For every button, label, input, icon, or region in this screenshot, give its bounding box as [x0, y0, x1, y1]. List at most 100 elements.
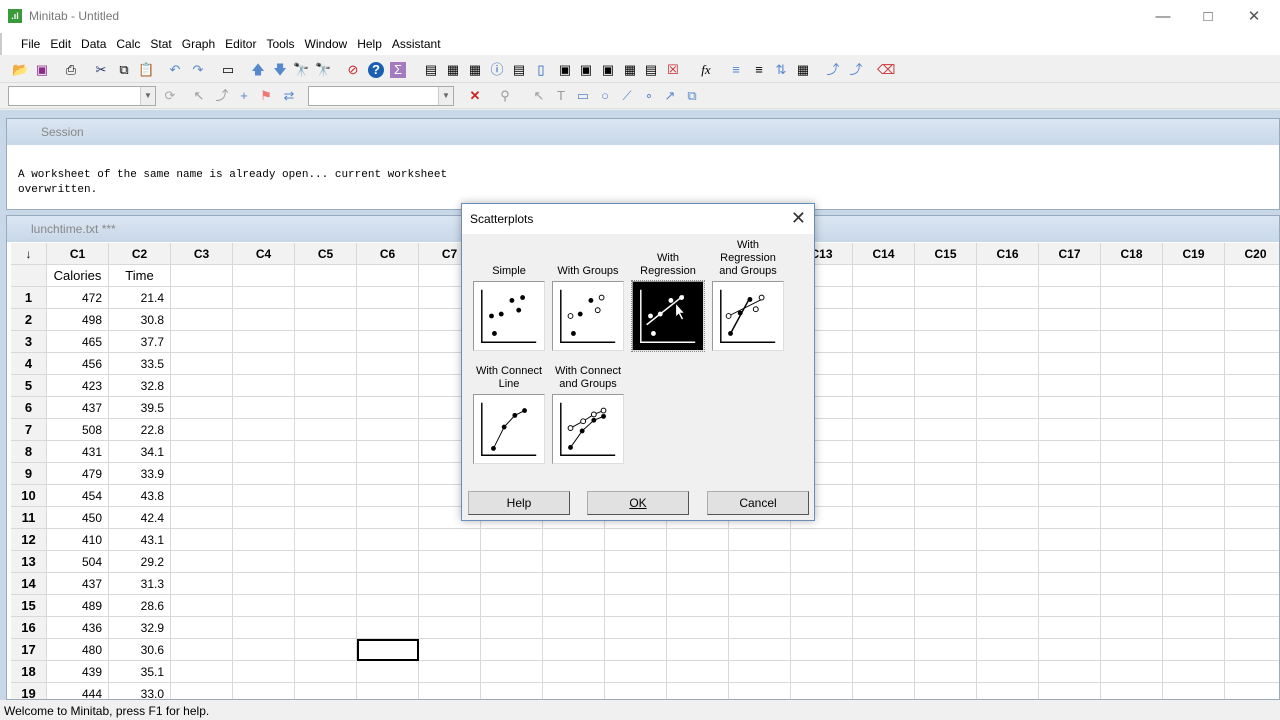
data-cell[interactable] — [605, 551, 667, 573]
data-cell[interactable] — [605, 617, 667, 639]
data-cell[interactable] — [233, 463, 295, 485]
data-cell[interactable] — [915, 683, 977, 699]
data-cell[interactable] — [1039, 331, 1101, 353]
data-cell[interactable]: 439 — [47, 661, 109, 683]
data-cell[interactable]: 30.8 — [109, 309, 171, 331]
data-cell[interactable] — [419, 573, 481, 595]
row-header[interactable]: 6 — [11, 397, 47, 419]
data-cell[interactable]: 29.2 — [109, 551, 171, 573]
data-cell[interactable] — [357, 507, 419, 529]
data-cell[interactable] — [1163, 463, 1225, 485]
data-cell[interactable] — [853, 375, 915, 397]
data-cell[interactable] — [667, 595, 729, 617]
data-cell[interactable] — [791, 595, 853, 617]
data-cell[interactable] — [1163, 529, 1225, 551]
data-cell[interactable] — [605, 595, 667, 617]
row-header[interactable]: 4 — [11, 353, 47, 375]
column-name-cell[interactable] — [171, 265, 233, 287]
data-cell[interactable] — [1101, 463, 1163, 485]
data-cell[interactable] — [915, 287, 977, 309]
data-cell[interactable] — [295, 397, 357, 419]
data-cell[interactable] — [357, 375, 419, 397]
help-button[interactable]: Help — [468, 491, 570, 515]
data-cell[interactable] — [1101, 353, 1163, 375]
columns-icon[interactable]: ▤ — [643, 62, 659, 78]
column-name-cell[interactable]: Calories — [47, 265, 109, 287]
row-header[interactable]: 19 — [11, 683, 47, 699]
data-cell[interactable] — [295, 463, 357, 485]
data-cell[interactable] — [977, 463, 1039, 485]
data-cell[interactable] — [915, 331, 977, 353]
refresh-icon[interactable]: ⟳ — [162, 88, 178, 104]
data-cell[interactable] — [915, 661, 977, 683]
data-cell[interactable] — [233, 639, 295, 661]
data-cell[interactable] — [1225, 397, 1279, 419]
data-cell[interactable] — [1101, 573, 1163, 595]
data-cell[interactable] — [1039, 287, 1101, 309]
data-cell[interactable] — [1163, 573, 1225, 595]
data-cell[interactable] — [915, 375, 977, 397]
data-cell[interactable] — [853, 661, 915, 683]
data-cell[interactable]: 465 — [47, 331, 109, 353]
data-cell[interactable] — [1225, 573, 1279, 595]
eraser-icon[interactable]: ⌫ — [877, 62, 895, 78]
data-cell[interactable] — [915, 639, 977, 661]
session-window[interactable]: Session A worksheet of the same name is … — [6, 118, 1280, 210]
data-cell[interactable]: 504 — [47, 551, 109, 573]
data-cell[interactable] — [295, 573, 357, 595]
data-cell[interactable] — [481, 529, 543, 551]
data-cell[interactable] — [1039, 463, 1101, 485]
data-cell[interactable] — [1163, 639, 1225, 661]
data-cell[interactable] — [481, 683, 543, 699]
data-cell[interactable] — [1225, 595, 1279, 617]
ellipse-icon[interactable]: ○ — [597, 88, 613, 104]
data-cell[interactable]: 42.4 — [109, 507, 171, 529]
data-cell[interactable]: 472 — [47, 287, 109, 309]
data-cell[interactable] — [171, 397, 233, 419]
data-cell[interactable] — [1163, 661, 1225, 683]
menu-data[interactable]: Data — [76, 33, 111, 55]
column-header[interactable]: C14 — [853, 243, 915, 265]
data-cell[interactable] — [1101, 683, 1163, 699]
data-cell[interactable] — [1039, 419, 1101, 441]
data-cell[interactable]: 450 — [47, 507, 109, 529]
data-cell[interactable] — [853, 353, 915, 375]
data-cell[interactable] — [357, 551, 419, 573]
flag-icon[interactable]: ⚑ — [258, 88, 274, 104]
data-cell[interactable] — [419, 639, 481, 661]
align-icon[interactable]: ≡ — [728, 62, 744, 78]
data-cell[interactable] — [605, 683, 667, 699]
data-cell[interactable]: 33.9 — [109, 463, 171, 485]
data-cell[interactable] — [171, 419, 233, 441]
data-cell[interactable] — [233, 397, 295, 419]
data-cell[interactable] — [419, 661, 481, 683]
data-cell[interactable] — [667, 661, 729, 683]
data-cell[interactable] — [853, 419, 915, 441]
data-cell[interactable] — [1225, 375, 1279, 397]
data-cell[interactable] — [295, 639, 357, 661]
data-cell[interactable] — [791, 683, 853, 699]
data-cell[interactable] — [357, 463, 419, 485]
option-with-regression-and-groups[interactable]: With Regression and Groups — [711, 239, 785, 351]
data-cell[interactable] — [1225, 551, 1279, 573]
cancel-button[interactable]: Cancel — [707, 491, 809, 515]
data-cell[interactable] — [1163, 485, 1225, 507]
data-cell[interactable] — [915, 507, 977, 529]
close-button[interactable]: ✕ — [1234, 4, 1274, 30]
data-cell[interactable] — [1101, 595, 1163, 617]
data-cell[interactable] — [605, 529, 667, 551]
data-cell[interactable] — [171, 375, 233, 397]
data-cell[interactable] — [295, 485, 357, 507]
data-cell[interactable] — [233, 529, 295, 551]
data-cell[interactable] — [977, 529, 1039, 551]
rectangle-icon[interactable]: ▭ — [575, 88, 591, 104]
data-cell[interactable]: 21.4 — [109, 287, 171, 309]
row-header[interactable]: 10 — [11, 485, 47, 507]
data-cell[interactable] — [1225, 661, 1279, 683]
data-cell[interactable]: 33.5 — [109, 353, 171, 375]
data-cell[interactable] — [1225, 441, 1279, 463]
data-cell[interactable] — [1163, 441, 1225, 463]
data-cell[interactable] — [729, 529, 791, 551]
data-cell[interactable] — [1163, 309, 1225, 331]
data-cell[interactable] — [295, 287, 357, 309]
